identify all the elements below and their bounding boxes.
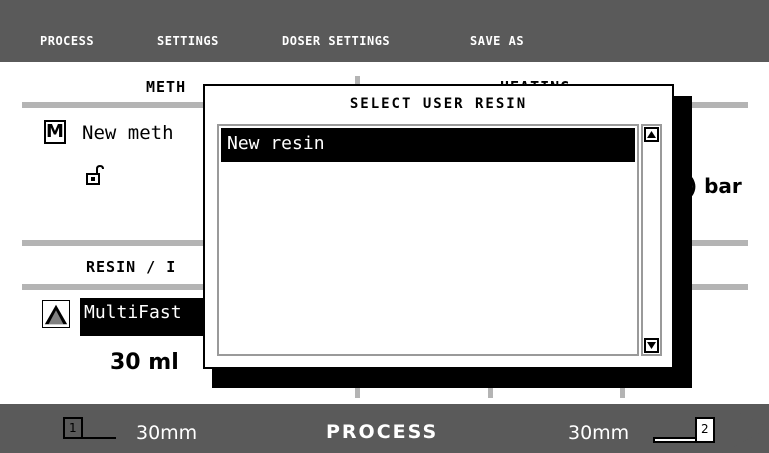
menu-item-doser-settings[interactable]: DOSER SETTINGS: [282, 34, 390, 48]
list-item[interactable]: New resin: [221, 128, 635, 162]
status-bar: 1 30mm PROCESS 30mm 2: [0, 404, 769, 453]
method-icon: M: [44, 120, 66, 144]
menu-bar: PROCESS SETTINGS DOSER SETTINGS SAVE AS: [0, 0, 769, 62]
position-1-label: 1: [69, 421, 77, 435]
position-1-icon: 1: [63, 417, 116, 439]
resin-volume: 30 ml: [110, 350, 179, 375]
divider-tick: [355, 388, 360, 398]
right-distance: 30mm: [568, 422, 630, 444]
list-scrollbar[interactable]: [641, 124, 662, 356]
scroll-down-button[interactable]: [644, 338, 659, 353]
position-2-icon: 2: [653, 417, 715, 443]
select-resin-dialog: SELECT USER RESIN New resin: [203, 84, 674, 369]
resin-type-icon: [42, 300, 70, 328]
pressure-value: ) bar: [688, 174, 742, 198]
menu-item-settings[interactable]: SETTINGS: [157, 34, 219, 48]
method-name[interactable]: New meth: [82, 122, 174, 144]
status-title: PROCESS: [326, 421, 439, 443]
scroll-up-button[interactable]: [644, 127, 659, 142]
resin-name[interactable]: MultiFast: [80, 298, 204, 336]
menu-item-save-as[interactable]: SAVE AS: [470, 34, 524, 48]
position-2-label: 2: [701, 422, 709, 436]
divider-tick: [488, 388, 493, 398]
menu-item-process[interactable]: PROCESS: [40, 34, 94, 48]
method-header: METH: [146, 78, 187, 96]
resin-header: RESIN / I: [86, 258, 177, 276]
dialog-title: SELECT USER RESIN: [349, 96, 528, 112]
left-distance: 30mm: [136, 422, 198, 444]
resin-list[interactable]: New resin: [217, 124, 639, 356]
arrow-up-icon: [647, 131, 656, 138]
next-arrow[interactable]: [722, 404, 769, 453]
divider-tick: [620, 388, 625, 398]
unlock-icon[interactable]: [85, 165, 105, 187]
arrow-down-icon: [647, 342, 656, 349]
